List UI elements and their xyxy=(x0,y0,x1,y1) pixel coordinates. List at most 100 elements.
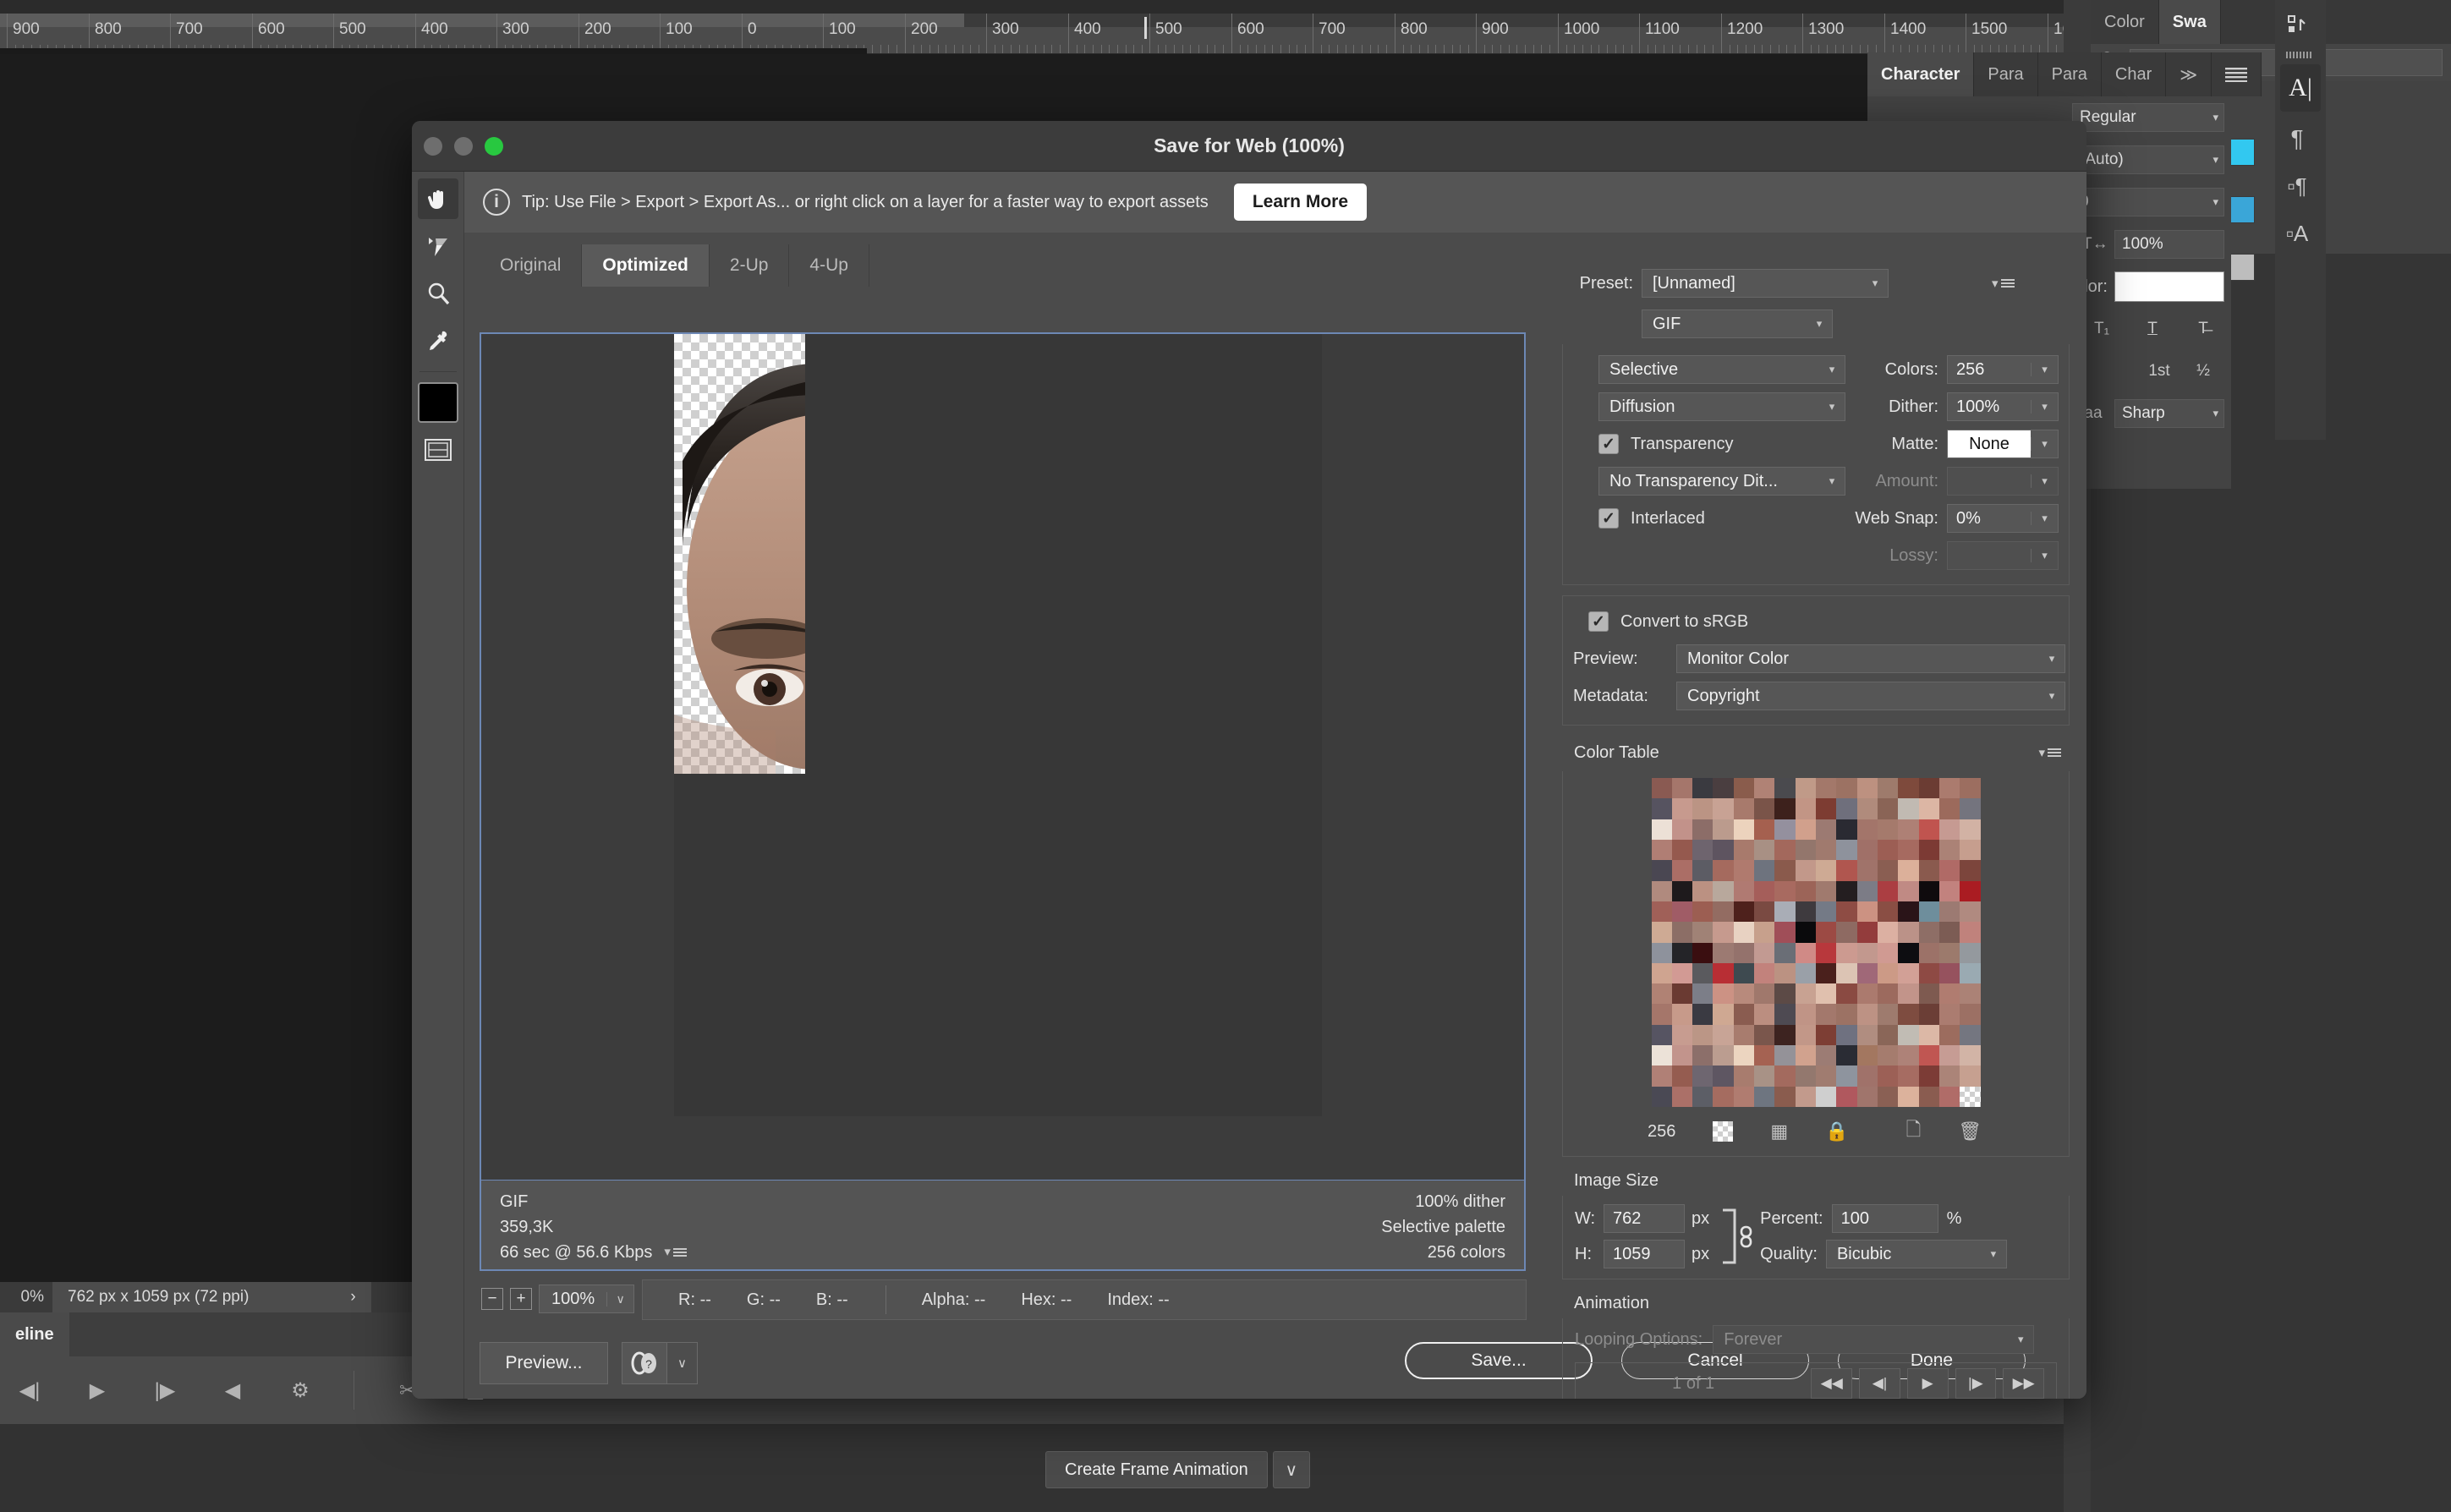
optimized-preview-panel[interactable]: GIF 359,3K 66 sec @ 56.6 Kbps ▾ 100% dit… xyxy=(480,332,1526,1271)
color-table-swatch[interactable] xyxy=(1857,860,1878,880)
tab-character-styles[interactable]: Char xyxy=(2102,52,2166,96)
color-table-swatch[interactable] xyxy=(1939,881,1960,901)
color-table-swatch[interactable] xyxy=(1878,983,1898,1004)
help-icon[interactable]: ? xyxy=(622,1342,667,1384)
color-table-swatch[interactable] xyxy=(1692,1045,1713,1066)
image-width-input[interactable]: 762 xyxy=(1604,1204,1685,1233)
color-table-swatch[interactable] xyxy=(1672,1004,1692,1024)
color-table-swatch[interactable] xyxy=(1836,943,1856,963)
color-swatch[interactable] xyxy=(2228,196,2255,223)
color-table-swatch[interactable] xyxy=(1652,922,1672,942)
color-table-swatch[interactable] xyxy=(1713,860,1733,880)
color-table-swatch[interactable] xyxy=(1796,922,1816,942)
color-table-swatch[interactable] xyxy=(1939,943,1960,963)
color-table-swatch[interactable] xyxy=(1734,860,1754,880)
eyedropper-tool-icon[interactable] xyxy=(418,320,458,361)
status-dimensions[interactable]: 762 px x 1059 px (72 ppi) › xyxy=(52,1282,371,1312)
create-frame-animation-caret-icon[interactable]: ∨ xyxy=(1273,1451,1310,1488)
color-table-swatch[interactable] xyxy=(1713,1045,1733,1066)
color-table-swatch[interactable] xyxy=(1919,1045,1939,1066)
color-table-swatch[interactable] xyxy=(1796,1025,1816,1045)
last-frame-button[interactable]: ▶▶ xyxy=(2003,1368,2044,1399)
color-table-swatch[interactable] xyxy=(1692,963,1713,983)
strikethrough-icon[interactable]: T̶ xyxy=(2191,320,2216,338)
color-table-swatch[interactable] xyxy=(1734,840,1754,860)
status-zoom-value[interactable]: 0% xyxy=(0,1288,52,1307)
color-table-swatch[interactable] xyxy=(1672,881,1692,901)
color-table-swatch[interactable] xyxy=(1713,819,1733,840)
image-height-input[interactable]: 1059 xyxy=(1604,1240,1685,1268)
color-table-swatch[interactable] xyxy=(1939,860,1960,880)
color-table-swatch[interactable] xyxy=(1713,943,1733,963)
color-table-swatch[interactable] xyxy=(1898,819,1918,840)
color-table-swatch[interactable] xyxy=(1713,922,1733,942)
color-table-swatch[interactable] xyxy=(1754,1066,1774,1086)
download-speed-flyout-icon[interactable]: ▾ xyxy=(664,1243,687,1263)
color-table-swatch[interactable] xyxy=(1672,1066,1692,1086)
color-table-swatch[interactable] xyxy=(1898,840,1918,860)
tab-original[interactable]: Original xyxy=(480,244,582,287)
color-table-swatch[interactable] xyxy=(1734,901,1754,922)
panel-overflow-button[interactable]: ≫ xyxy=(2166,52,2212,96)
color-table-swatch[interactable] xyxy=(1754,963,1774,983)
color-swatch[interactable] xyxy=(2228,254,2255,281)
color-table-swatch[interactable] xyxy=(1960,922,1980,942)
color-table-swatch[interactable] xyxy=(1652,943,1672,963)
color-table-swatch[interactable] xyxy=(1919,860,1939,880)
format-row[interactable]: GIF▾ xyxy=(1562,305,2070,342)
convert-srgb-row[interactable]: ✓ Convert to sRGB xyxy=(1563,603,2069,640)
color-table-swatch[interactable] xyxy=(1754,983,1774,1004)
paragraph-icon[interactable]: ¶ xyxy=(2275,115,2319,162)
color-table-swatch[interactable] xyxy=(1713,963,1733,983)
preset-select[interactable]: [Unnamed]▾ xyxy=(1642,269,1889,298)
dither-algorithm-select[interactable]: Diffusion▾ xyxy=(1598,392,1845,421)
color-table-swatch[interactable] xyxy=(1754,901,1774,922)
color-table-swatch[interactable] xyxy=(1816,798,1836,819)
color-table-swatch[interactable] xyxy=(1939,778,1960,798)
slice-select-tool-icon[interactable] xyxy=(418,226,458,266)
color-table-swatch[interactable] xyxy=(1652,963,1672,983)
color-table-swatch[interactable] xyxy=(1652,1087,1672,1107)
color-table-swatch[interactable] xyxy=(1816,1087,1836,1107)
text-color-swatch[interactable] xyxy=(2114,271,2224,302)
color-table-swatch[interactable] xyxy=(1672,778,1692,798)
color-table-swatch[interactable] xyxy=(1672,983,1692,1004)
color-table-swatch[interactable] xyxy=(1960,798,1980,819)
transparency-row[interactable]: ✓ Transparency Matte: None ▾ xyxy=(1563,425,2069,463)
create-frame-animation-button[interactable]: Create Frame Animation xyxy=(1045,1451,1268,1488)
leading-select[interactable]: (Auto)▾ xyxy=(2072,145,2224,174)
color-table-swatch[interactable] xyxy=(1692,840,1713,860)
color-table-swatch[interactable] xyxy=(1939,901,1960,922)
color-table-swatch[interactable] xyxy=(1672,840,1692,860)
color-table-swatch[interactable] xyxy=(1796,1004,1816,1024)
color-table-swatch[interactable] xyxy=(1796,798,1816,819)
first-frame-button[interactable]: ◀◀ xyxy=(1811,1368,1852,1399)
color-table-swatch[interactable] xyxy=(1939,1066,1960,1086)
color-table-swatch[interactable] xyxy=(1836,819,1856,840)
color-table-swatch[interactable] xyxy=(1898,1004,1918,1024)
color-table-swatch[interactable] xyxy=(1713,901,1733,922)
color-table-swatch[interactable] xyxy=(1960,943,1980,963)
color-table-swatch[interactable] xyxy=(1796,819,1816,840)
color-table-swatch[interactable] xyxy=(1878,819,1898,840)
color-table-swatch[interactable] xyxy=(1816,943,1836,963)
percent-row[interactable]: Percent: 100 % xyxy=(1760,1204,2007,1233)
color-table-swatch[interactable] xyxy=(1754,881,1774,901)
vertical-scale-input[interactable]: 100% xyxy=(2114,230,2224,259)
learn-more-button[interactable]: Learn More xyxy=(1234,184,1367,221)
help-button-group[interactable]: ? ∨ xyxy=(622,1342,698,1384)
color-table-swatch[interactable] xyxy=(1652,901,1672,922)
color-table-swatch[interactable] xyxy=(1692,983,1713,1004)
color-table-swatch[interactable] xyxy=(1878,1066,1898,1086)
color-table-swatch[interactable] xyxy=(1857,1004,1878,1024)
color-table-swatch[interactable] xyxy=(1857,1025,1878,1045)
color-table-swatch[interactable] xyxy=(1734,778,1754,798)
color-table-swatch[interactable] xyxy=(1774,963,1795,983)
color-table-swatch[interactable] xyxy=(1713,1066,1733,1086)
color-table-swatch[interactable] xyxy=(1734,943,1754,963)
audio-icon[interactable]: ◀ xyxy=(218,1376,247,1405)
color-table-swatch[interactable] xyxy=(1713,1087,1733,1107)
color-table-swatch[interactable] xyxy=(1898,1025,1918,1045)
color-table-swatch[interactable] xyxy=(1898,1087,1918,1107)
color-table-swatch[interactable] xyxy=(1774,819,1795,840)
